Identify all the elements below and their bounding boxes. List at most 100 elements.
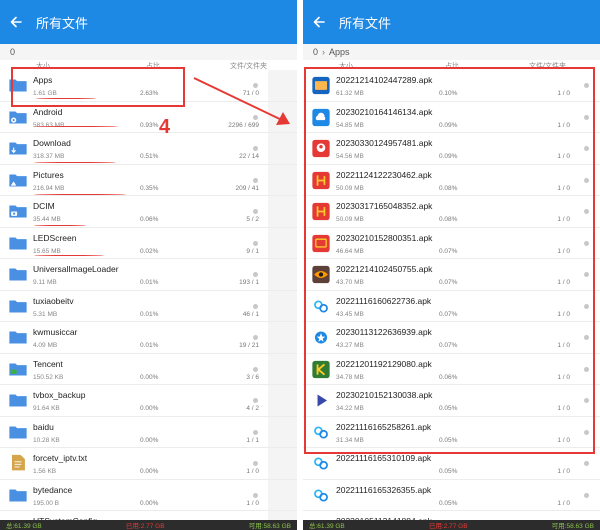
- item-name: Android: [33, 106, 63, 117]
- select-dot-icon[interactable]: [253, 146, 258, 151]
- list-item[interactable]: baidu 10.28 KB 0.00% 1 / 1: [0, 416, 297, 448]
- item-count: 9 / 1: [246, 247, 259, 255]
- storage-total: 总:61.39 GB: [6, 523, 42, 530]
- circles-app-icon: [312, 454, 330, 473]
- folder-icon: [9, 299, 27, 313]
- select-area[interactable]: [268, 133, 297, 164]
- underline-mark: [34, 225, 86, 226]
- back-arrow-icon[interactable]: [311, 14, 327, 30]
- list-item[interactable]: 20221116165326355.apk 0.05% 1 / 0: [303, 479, 600, 511]
- select-area[interactable]: [268, 259, 297, 290]
- select-area[interactable]: [268, 290, 297, 321]
- page-title: 所有文件: [36, 15, 89, 31]
- item-size: 195.00 B: [33, 499, 60, 507]
- item-size: 318.37 MB: [33, 153, 65, 160]
- select-dot-icon[interactable]: [253, 209, 258, 214]
- list-item[interactable]: UTSystemConfig: [0, 511, 297, 520]
- select-area[interactable]: [268, 448, 297, 479]
- select-dot-icon[interactable]: [253, 398, 258, 403]
- breadcrumb-root[interactable]: 0: [10, 47, 15, 57]
- item-ratio: 0.00%: [140, 405, 159, 412]
- select-area[interactable]: [268, 322, 297, 353]
- select-area[interactable]: [268, 479, 297, 510]
- select-dot-icon[interactable]: [253, 492, 258, 498]
- select-dot-icon[interactable]: [253, 272, 258, 277]
- storage-used: 已用:2.77 GB: [428, 523, 468, 530]
- select-area[interactable]: [268, 511, 297, 520]
- item-count: 5 / 2: [246, 216, 259, 223]
- back-arrow-icon[interactable]: [8, 14, 24, 30]
- select-area[interactable]: [268, 196, 297, 227]
- select-dot-icon[interactable]: [253, 240, 258, 246]
- select-dot-icon[interactable]: [253, 429, 258, 435]
- list-item[interactable]: tuxiaobeitv 5.31 MB 0.01% 46 / 1: [0, 290, 297, 322]
- folder-icon: [9, 425, 27, 439]
- breadcrumb: 0 › Apps: [303, 44, 600, 60]
- list-item[interactable]: DCIM 35.44 MB 0.06% 5 / 2: [0, 196, 297, 228]
- select-dot-icon[interactable]: [253, 303, 258, 309]
- select-dot-icon[interactable]: [253, 366, 258, 372]
- page-title: 所有文件: [339, 15, 392, 31]
- select-area[interactable]: [268, 385, 297, 416]
- folder-icon: [9, 331, 27, 344]
- list-item[interactable]: Pictures 216.94 MB 0.35% 209 / 41: [0, 164, 297, 196]
- file-list: Apps 1.61 GB 2.63% 71 / 0 Android 583.63 MB 0.…: [0, 70, 297, 520]
- list-item[interactable]: Download 318.37 MB 0.51% 22 / 14: [0, 133, 297, 165]
- item-count: 19 / 21: [239, 342, 259, 349]
- item-count: 46 / 1: [242, 310, 259, 318]
- select-dot-icon[interactable]: [253, 177, 258, 183]
- item-ratio: 0.06%: [140, 216, 159, 223]
- chevron-right-icon: ›: [322, 47, 326, 57]
- list-item[interactable]: 20230105113141884.apk: [303, 511, 600, 520]
- list-item[interactable]: forcetv_iptv.txt 1.56 KB 0.00% 1 / 0: [0, 448, 297, 480]
- list-item[interactable]: Tencent 150.52 KB 0.00% 3 / 6: [0, 353, 297, 385]
- folder-icon: [9, 488, 27, 502]
- item-name: baidu: [33, 421, 54, 432]
- item-count: 1 / 0: [557, 468, 570, 475]
- item-name: Download: [33, 138, 71, 148]
- item-name: Tencent: [33, 358, 63, 369]
- breadcrumb-apps[interactable]: Apps: [329, 47, 350, 57]
- select-dot-icon[interactable]: [584, 492, 589, 498]
- list-item[interactable]: bytedance 195.00 B 0.00% 1 / 0: [0, 479, 297, 511]
- item-ratio: 0.01%: [140, 279, 159, 286]
- download-folder-icon: [9, 142, 27, 155]
- underline-mark: [34, 255, 104, 256]
- select-area[interactable]: [268, 353, 297, 384]
- item-name: tvbox_backup: [33, 390, 86, 400]
- item-name: 20221116165326355.apk: [336, 484, 432, 495]
- item-count: 1 / 0: [557, 499, 570, 507]
- list-item[interactable]: kwmusiccar 4.09 MB 0.01% 19 / 21: [0, 322, 297, 354]
- item-ratio: 0.05%: [439, 499, 458, 507]
- item-ratio: 0.01%: [140, 342, 159, 349]
- select-area[interactable]: [268, 227, 297, 258]
- select-area[interactable]: [268, 164, 297, 195]
- folder-icon: [9, 236, 27, 250]
- breadcrumb-root[interactable]: 0: [313, 47, 318, 57]
- list-item[interactable]: UniversalImageLoader 9.11 MB 0.01% 193 / 1: [0, 259, 297, 291]
- annotation-number: 4: [159, 116, 171, 138]
- item-count: 22 / 14: [239, 153, 259, 160]
- item-ratio: 0.02%: [140, 247, 159, 255]
- select-dot-icon[interactable]: [253, 461, 258, 466]
- item-count: 1 / 0: [246, 468, 259, 475]
- select-dot-icon[interactable]: [253, 335, 258, 340]
- item-name: bytedance: [33, 484, 73, 495]
- circles-app-icon: [312, 486, 330, 504]
- apps-highlight-box: [11, 67, 185, 107]
- list-item[interactable]: tvbox_backup 91.64 KB 0.00% 4 / 2: [0, 385, 297, 417]
- item-size: 583.63 MB: [33, 121, 65, 129]
- chat-folder-icon: [9, 362, 27, 376]
- item-ratio: 0.00%: [140, 468, 159, 475]
- select-area[interactable]: [268, 416, 297, 447]
- item-size: 5.31 MB: [33, 310, 58, 318]
- item-size: 9.11 MB: [33, 279, 57, 286]
- item-count: 209 / 41: [235, 184, 260, 192]
- select-dot-icon[interactable]: [584, 461, 589, 466]
- item-ratio: 0.93%: [140, 121, 159, 129]
- text-file-icon: [11, 454, 25, 471]
- item-count: 3 / 6: [246, 373, 259, 381]
- image-folder-icon: [9, 173, 27, 187]
- item-size: 10.28 KB: [33, 436, 60, 444]
- underline-mark: [36, 98, 96, 99]
